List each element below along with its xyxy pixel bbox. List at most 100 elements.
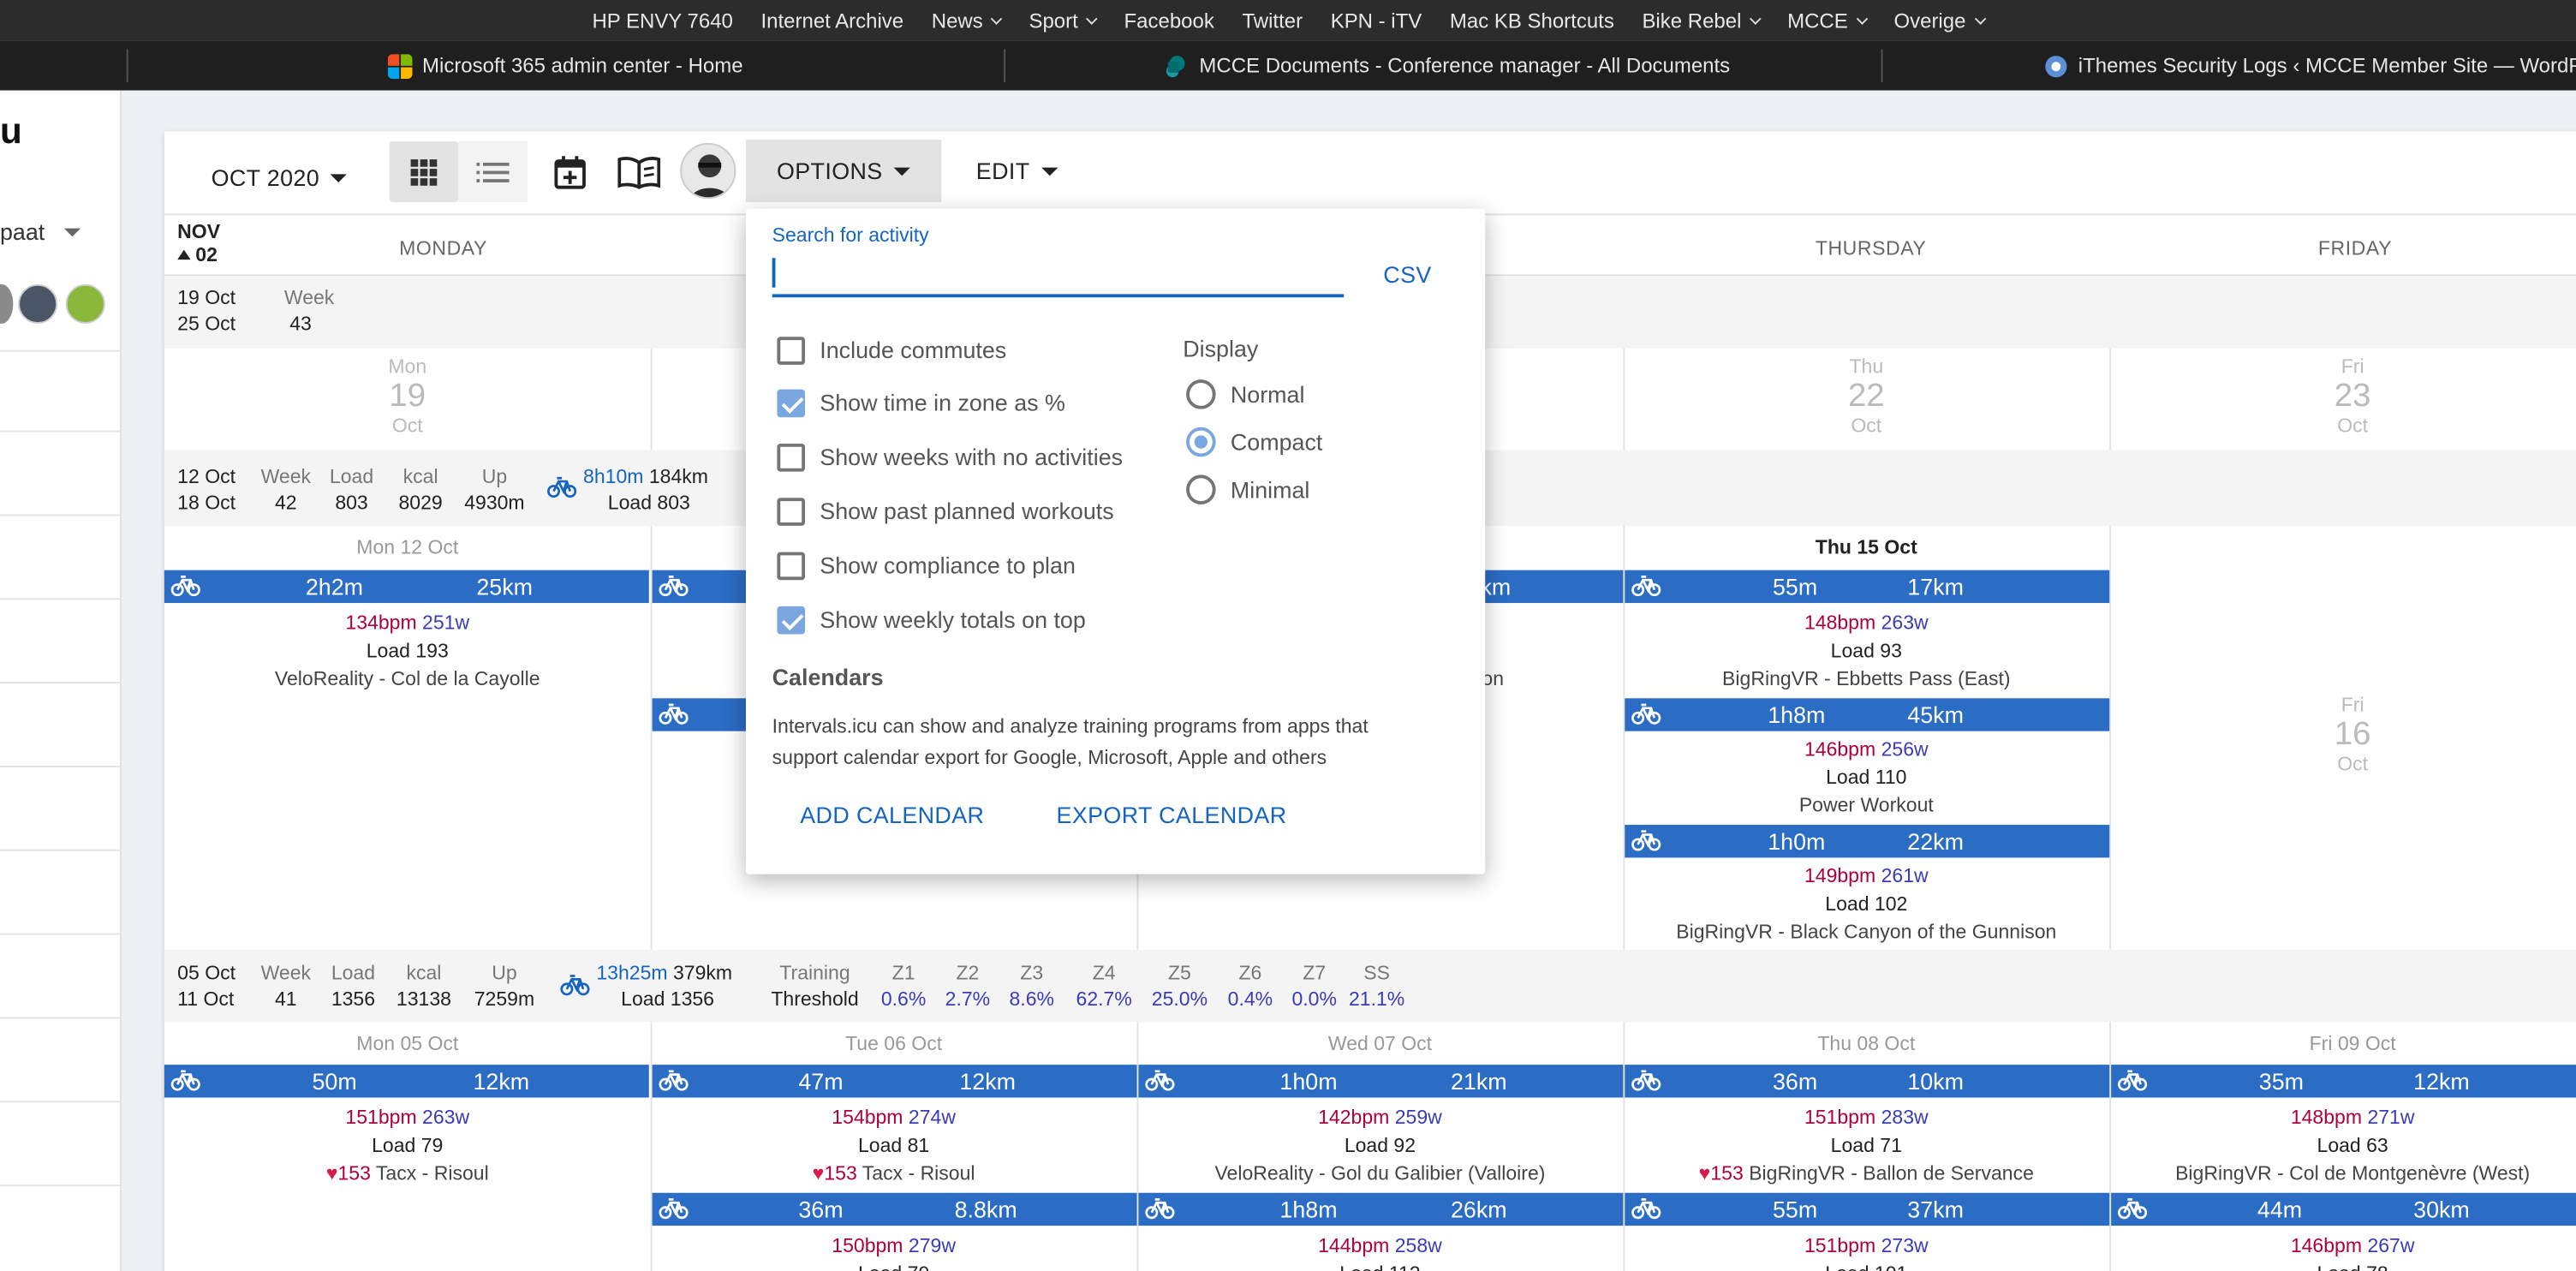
activity-bar[interactable]: 1h8m 26km <box>1138 1192 1624 1226</box>
week-to: 25 Oct <box>177 312 236 336</box>
bookmark-twitter[interactable]: Twitter <box>1242 9 1303 33</box>
bookmark-folder-news[interactable]: News <box>932 9 1003 32</box>
weeks-no-activities-checkbox[interactable] <box>777 443 806 472</box>
avatar[interactable] <box>18 283 58 324</box>
nav-up-button[interactable]: 02 <box>177 243 218 266</box>
list-view-button[interactable] <box>458 140 528 202</box>
add-event-button[interactable] <box>546 151 595 194</box>
grid-view-button[interactable] <box>389 140 459 202</box>
chevron-down-icon <box>1973 12 1986 24</box>
activity-bar[interactable]: 44m 30km <box>2111 1192 2576 1226</box>
options-button[interactable]: OPTIONS <box>745 140 942 202</box>
text-caret <box>772 258 776 288</box>
day-cell-fri-16[interactable]: Fri 16 Oct <box>2109 694 2576 776</box>
activity-name[interactable]: BigRingVR - Ebbetts Pass (East) <box>1623 667 2109 690</box>
tab-divider <box>126 49 128 82</box>
export-calendar-button[interactable]: EXPORT CALENDAR <box>1057 802 1287 828</box>
stat-value: 13138 <box>396 987 451 1011</box>
csv-button[interactable]: CSV <box>1383 261 1431 288</box>
calendars-description: Intervals.icu can show and analyze train… <box>772 714 1368 738</box>
activity-power: 279w <box>908 1233 956 1257</box>
month-picker-button[interactable]: OCT 2020 <box>181 148 378 207</box>
add-calendar-button[interactable]: ADD CALENDAR <box>800 802 984 828</box>
bookmark-folder-sport[interactable]: Sport <box>1029 9 1098 32</box>
include-commutes-checkbox[interactable] <box>777 337 806 365</box>
compliance-to-plan-checkbox[interactable] <box>777 552 806 581</box>
bike-icon <box>1631 830 1661 851</box>
zone-value: 0.0% <box>1291 987 1337 1011</box>
tab-microsoft-365[interactable]: Microsoft 365 admin center - Home <box>387 41 980 91</box>
activity-power: 256w <box>1881 737 1929 761</box>
stat-label: Load <box>331 961 376 985</box>
activity-name[interactable]: Tacx - Risoul <box>862 1161 975 1184</box>
activity-bar[interactable]: 36m 10km <box>1625 1065 2110 1098</box>
activity-time: 47m <box>798 1067 844 1095</box>
bookmark-folder-mcce[interactable]: MCCE <box>1787 9 1868 32</box>
activity-bar[interactable]: 1h0m 21km <box>1138 1065 1624 1098</box>
activity-bar[interactable]: 47m 12km <box>652 1065 1137 1098</box>
day-cell-mon-19[interactable]: Mon 19 Oct <box>164 355 651 437</box>
activity-bar[interactable]: 55m 17km <box>1625 570 2110 604</box>
activity-bar[interactable]: 36m 8.8km <box>652 1192 1137 1226</box>
bike-icon <box>659 703 689 725</box>
weekly-totals-on-top-checkbox[interactable] <box>777 606 806 635</box>
bookmark-folder-overige[interactable]: Overige <box>1893 9 1986 32</box>
bookmark-folder-bike-rebel[interactable]: Bike Rebel <box>1642 9 1762 32</box>
activity-name[interactable]: BigRingVR - Ballon de Servance <box>1749 1161 2034 1184</box>
options-menu: Search for activity CSV Include commutes… <box>745 208 1486 874</box>
activity-bar[interactable]: 2h2m 25km <box>164 570 649 604</box>
tab-mcce-documents[interactable]: MCCE Documents - Conference manager - Al… <box>1165 41 1855 91</box>
avatar[interactable] <box>0 283 14 324</box>
sidebar-divider <box>0 1101 122 1103</box>
display-normal-radio[interactable] <box>1186 379 1216 409</box>
time-in-zone-percent-checkbox[interactable] <box>777 389 806 418</box>
activity-power: 261w <box>1881 864 1929 887</box>
day-cell-fri-23[interactable]: Fri 23 Oct <box>2109 355 2576 437</box>
day-cell-thu-22[interactable]: Thu 22 Oct <box>1623 355 2109 437</box>
activity-name[interactable]: Tacx - Risoul <box>376 1161 489 1184</box>
activity-bar[interactable]: 35m 12km <box>2111 1065 2576 1098</box>
activity-bar[interactable]: 50m 12km <box>164 1065 649 1098</box>
week-to: 18 Oct <box>177 491 236 515</box>
activity-load: Load 110 <box>1826 765 1907 789</box>
training-value: Threshold <box>771 987 859 1011</box>
activity-name[interactable]: VeloReality - Gol du Galibier (Valloire) <box>1137 1161 1624 1184</box>
microsoft-logo-icon <box>387 53 413 79</box>
stat-label: kcal <box>406 961 442 985</box>
zone-value: 8.6% <box>1009 987 1054 1011</box>
activity-bar[interactable]: 1h0m 22km <box>1625 825 2110 858</box>
day-header-friday: FRIDAY <box>2317 236 2393 260</box>
bookmark-mac-kb-shortcuts[interactable]: Mac KB Shortcuts <box>1450 9 1614 33</box>
workout-library-button[interactable] <box>613 151 665 194</box>
checkbox-label: Show past planned workouts <box>820 498 1114 524</box>
display-minimal-radio[interactable] <box>1186 474 1216 504</box>
activity-name[interactable]: VeloReality - Col de la Cayolle <box>164 667 651 690</box>
tab-ithemes-security[interactable]: iThemes Security Logs ‹ MCCE Member Site… <box>2043 41 2576 91</box>
activity-bar[interactable]: 55m 37km <box>1625 1192 2110 1226</box>
bookmark-facebook[interactable]: Facebook <box>1124 9 1214 33</box>
activity-name[interactable]: BigRingVR - Col de Montgenèvre (West) <box>2109 1161 2576 1184</box>
week-from: 12 Oct <box>177 464 236 488</box>
activity-name[interactable]: BigRingVR - Black Canyon of the Gunnison <box>1623 920 2109 943</box>
heart-icon: ♥ <box>1698 1161 1711 1185</box>
bookmark-internet-archive[interactable]: Internet Archive <box>761 9 904 33</box>
display-compact-radio[interactable] <box>1186 427 1216 457</box>
max-heart-rate: 153 <box>1710 1161 1744 1185</box>
bookmark-hp-envy[interactable]: HP ENVY 7640 <box>592 9 732 33</box>
stat-value: 7259m <box>474 987 535 1011</box>
past-planned-workouts-checkbox[interactable] <box>777 498 806 526</box>
activity-power: 274w <box>908 1106 956 1129</box>
activity-power: 258w <box>1394 1233 1442 1257</box>
user-avatar[interactable] <box>680 142 736 200</box>
avatar[interactable] <box>65 283 105 324</box>
search-input[interactable] <box>772 251 1345 298</box>
activity-bar[interactable]: 1h8m 45km <box>1625 698 2110 731</box>
bike-icon <box>170 1070 200 1091</box>
sidebar-divider <box>0 349 122 352</box>
activity-name[interactable]: Power Workout <box>1623 794 2109 817</box>
zone-label: Z2 <box>956 961 980 985</box>
activity-time: 1h8m <box>1279 1196 1338 1223</box>
bookmark-kpn-itv[interactable]: KPN - iTV <box>1331 9 1422 33</box>
athlete-select[interactable]: paat <box>0 218 81 245</box>
edit-button[interactable]: EDIT <box>959 148 1074 194</box>
